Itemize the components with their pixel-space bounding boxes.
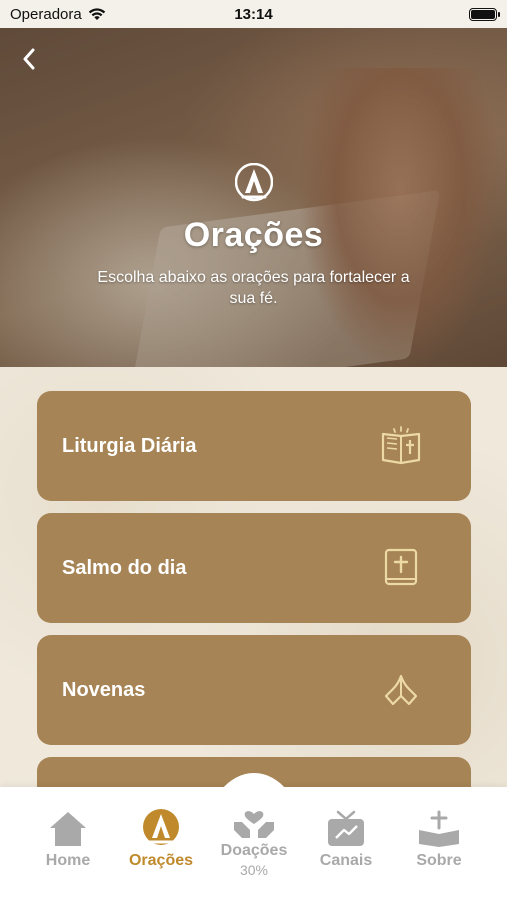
prayer-list: Liturgia Diária Salmo do dia Novenas: [0, 367, 507, 787]
tab-doacoes[interactable]: Doações 30%: [209, 800, 299, 878]
tab-label: Home: [45, 852, 91, 869]
bible-cross-icon: [379, 546, 423, 590]
tab-sobre[interactable]: Sobre: [394, 808, 484, 870]
hero-content: Orações Escolha abaixo as orações para f…: [0, 163, 507, 309]
praying-hands-icon: [234, 163, 273, 202]
tab-label: Canais: [319, 852, 373, 869]
chevron-left-icon: [23, 48, 35, 70]
tab-label: Orações: [128, 852, 194, 869]
menu-item-label: Liturgia Diária: [62, 434, 197, 457]
wifi-icon: [88, 8, 105, 20]
page-subtitle: Escolha abaixo as orações para fortalece…: [97, 269, 410, 307]
donation-hands-icon: [234, 811, 274, 838]
tab-canais[interactable]: Canais: [301, 808, 391, 870]
menu-item-label: Novenas: [62, 678, 146, 701]
menu-item-liturgia-diaria[interactable]: Liturgia Diária: [37, 391, 471, 501]
tab-oracoes[interactable]: Orações: [116, 808, 206, 870]
praying-hands-icon: [143, 809, 179, 845]
menu-item-label: Salmo do dia: [62, 556, 187, 579]
page-title: Orações: [183, 216, 324, 254]
menu-item-salmo-do-dia[interactable]: Salmo do dia: [37, 513, 471, 623]
tab-home[interactable]: Home: [23, 808, 113, 870]
status-left: Operadora: [10, 6, 106, 23]
battery-icon: [469, 7, 500, 21]
carrier-label: Operadora: [10, 5, 82, 23]
praying-hands-icon: [379, 668, 423, 712]
tv-icon: [328, 810, 364, 846]
tab-label: Sobre: [416, 852, 462, 869]
home-icon: [50, 812, 86, 846]
book-cross-icon: [419, 810, 459, 847]
tab-label: Doações: [220, 842, 288, 859]
menu-item-novenas[interactable]: Novenas: [37, 635, 471, 745]
hero-header: Orações Escolha abaixo as orações para f…: [0, 28, 507, 367]
open-bible-icon: [379, 424, 423, 468]
tab-badge: 30%: [239, 862, 269, 878]
status-bar: Operadora 13:14: [0, 0, 507, 28]
back-button[interactable]: [14, 44, 44, 74]
